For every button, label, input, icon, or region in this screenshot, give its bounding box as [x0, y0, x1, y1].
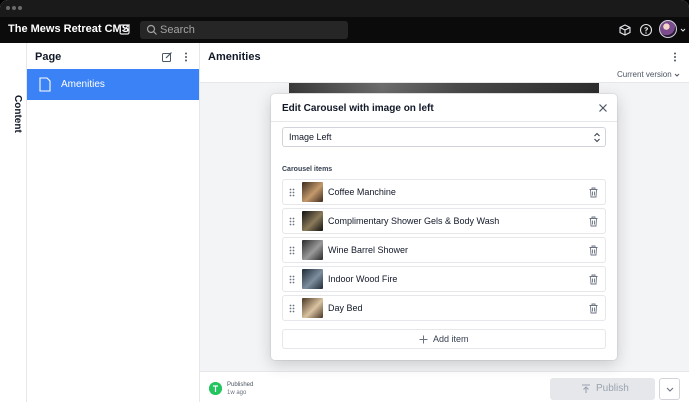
publish-status: Published [227, 382, 254, 388]
plus-icon [419, 335, 428, 344]
dialog-header: Edit Carousel with image on left [271, 94, 617, 122]
add-item-label: Add item [433, 334, 469, 344]
add-item-button[interactable]: Add item [282, 329, 606, 349]
panel-item-amenities[interactable]: Amenities [27, 69, 199, 100]
footer-bar: Published 1w ago Publish [200, 371, 689, 402]
help-icon[interactable] [639, 23, 653, 37]
carousel-item-label: Wine Barrel Shower [328, 245, 409, 255]
carousel-items-label: Carousel items [282, 166, 333, 173]
carousel-item-label: Day Bed [328, 303, 363, 313]
preview-image [289, 83, 599, 93]
publish-label: Publish [596, 383, 629, 394]
trash-icon[interactable] [589, 187, 598, 198]
more-vertical-icon[interactable] [669, 51, 681, 63]
trash-icon[interactable] [589, 303, 598, 314]
window-dot-close[interactable] [6, 6, 10, 10]
carousel-item[interactable]: Coffee Manchine [282, 179, 606, 205]
search-icon [146, 24, 157, 35]
window-chrome [0, 0, 689, 17]
dialog-title: Edit Carousel with image on left [282, 103, 434, 114]
carousel-item[interactable]: Indoor Wood Fire [282, 266, 606, 292]
item-thumbnail [302, 298, 323, 318]
item-thumbnail [302, 211, 323, 231]
package-icon[interactable] [618, 23, 632, 37]
trash-icon[interactable] [589, 245, 598, 256]
publish-menu-button[interactable] [659, 378, 680, 400]
window-dot-maximize[interactable] [18, 6, 22, 10]
publish-time: 1w ago [227, 390, 247, 396]
trash-icon[interactable] [589, 274, 598, 285]
panel-item-label: Amenities [61, 79, 105, 90]
publish-icon [582, 384, 590, 393]
carousel-item-label: Coffee Manchine [328, 187, 396, 197]
carousel-item-label: Complimentary Shower Gels & Body Wash [328, 216, 500, 226]
more-vertical-icon[interactable] [180, 51, 192, 63]
edit-icon[interactable] [161, 51, 173, 63]
page-panel: Page Amenities [27, 43, 200, 402]
item-thumbnail [302, 182, 323, 202]
search-input[interactable] [160, 22, 340, 38]
drag-handle-icon[interactable] [289, 246, 295, 255]
avatar[interactable] [659, 20, 677, 38]
item-thumbnail [302, 269, 323, 289]
carousel-item[interactable]: Complimentary Shower Gels & Body Wash [282, 208, 606, 234]
document-icon [39, 77, 51, 92]
drag-handle-icon[interactable] [289, 217, 295, 226]
carousel-item-label: Indoor Wood Fire [328, 274, 398, 284]
page-title: Amenities [208, 51, 261, 63]
panel-title: Page [35, 51, 62, 63]
window-dot-minimize[interactable] [12, 6, 16, 10]
publish-button[interactable]: Publish [550, 378, 655, 400]
drag-handle-icon[interactable] [289, 304, 295, 313]
chevron-down-icon [666, 387, 674, 392]
layout-select[interactable]: Image Left [282, 127, 606, 147]
layout-select-value: Image Left [289, 132, 332, 142]
top-bar: The Mews Retreat CMS [0, 17, 689, 43]
published-badge-icon [209, 382, 222, 395]
app-title[interactable]: The Mews Retreat CMS [8, 23, 129, 35]
content-rail: Content [0, 43, 27, 402]
version-selector[interactable]: Current version [617, 70, 672, 79]
app-window: The Mews Retreat CMS Content [0, 0, 689, 402]
edit-carousel-dialog: Edit Carousel with image on left Image L… [271, 94, 617, 360]
main-header: Amenities Current version [200, 43, 689, 83]
rail-label-content[interactable]: Content [3, 95, 23, 155]
chevron-down-icon[interactable] [680, 27, 686, 33]
chevron-down-icon[interactable] [674, 72, 680, 78]
trash-icon[interactable] [589, 216, 598, 227]
search-box[interactable] [140, 21, 348, 39]
item-thumbnail [302, 240, 323, 260]
drag-handle-icon[interactable] [289, 275, 295, 284]
chevron-up-down-icon [594, 132, 600, 143]
close-icon[interactable] [598, 103, 608, 113]
drag-handle-icon[interactable] [289, 188, 295, 197]
carousel-item[interactable]: Day Bed [282, 295, 606, 321]
carousel-item[interactable]: Wine Barrel Shower [282, 237, 606, 263]
compose-icon[interactable] [118, 22, 132, 36]
